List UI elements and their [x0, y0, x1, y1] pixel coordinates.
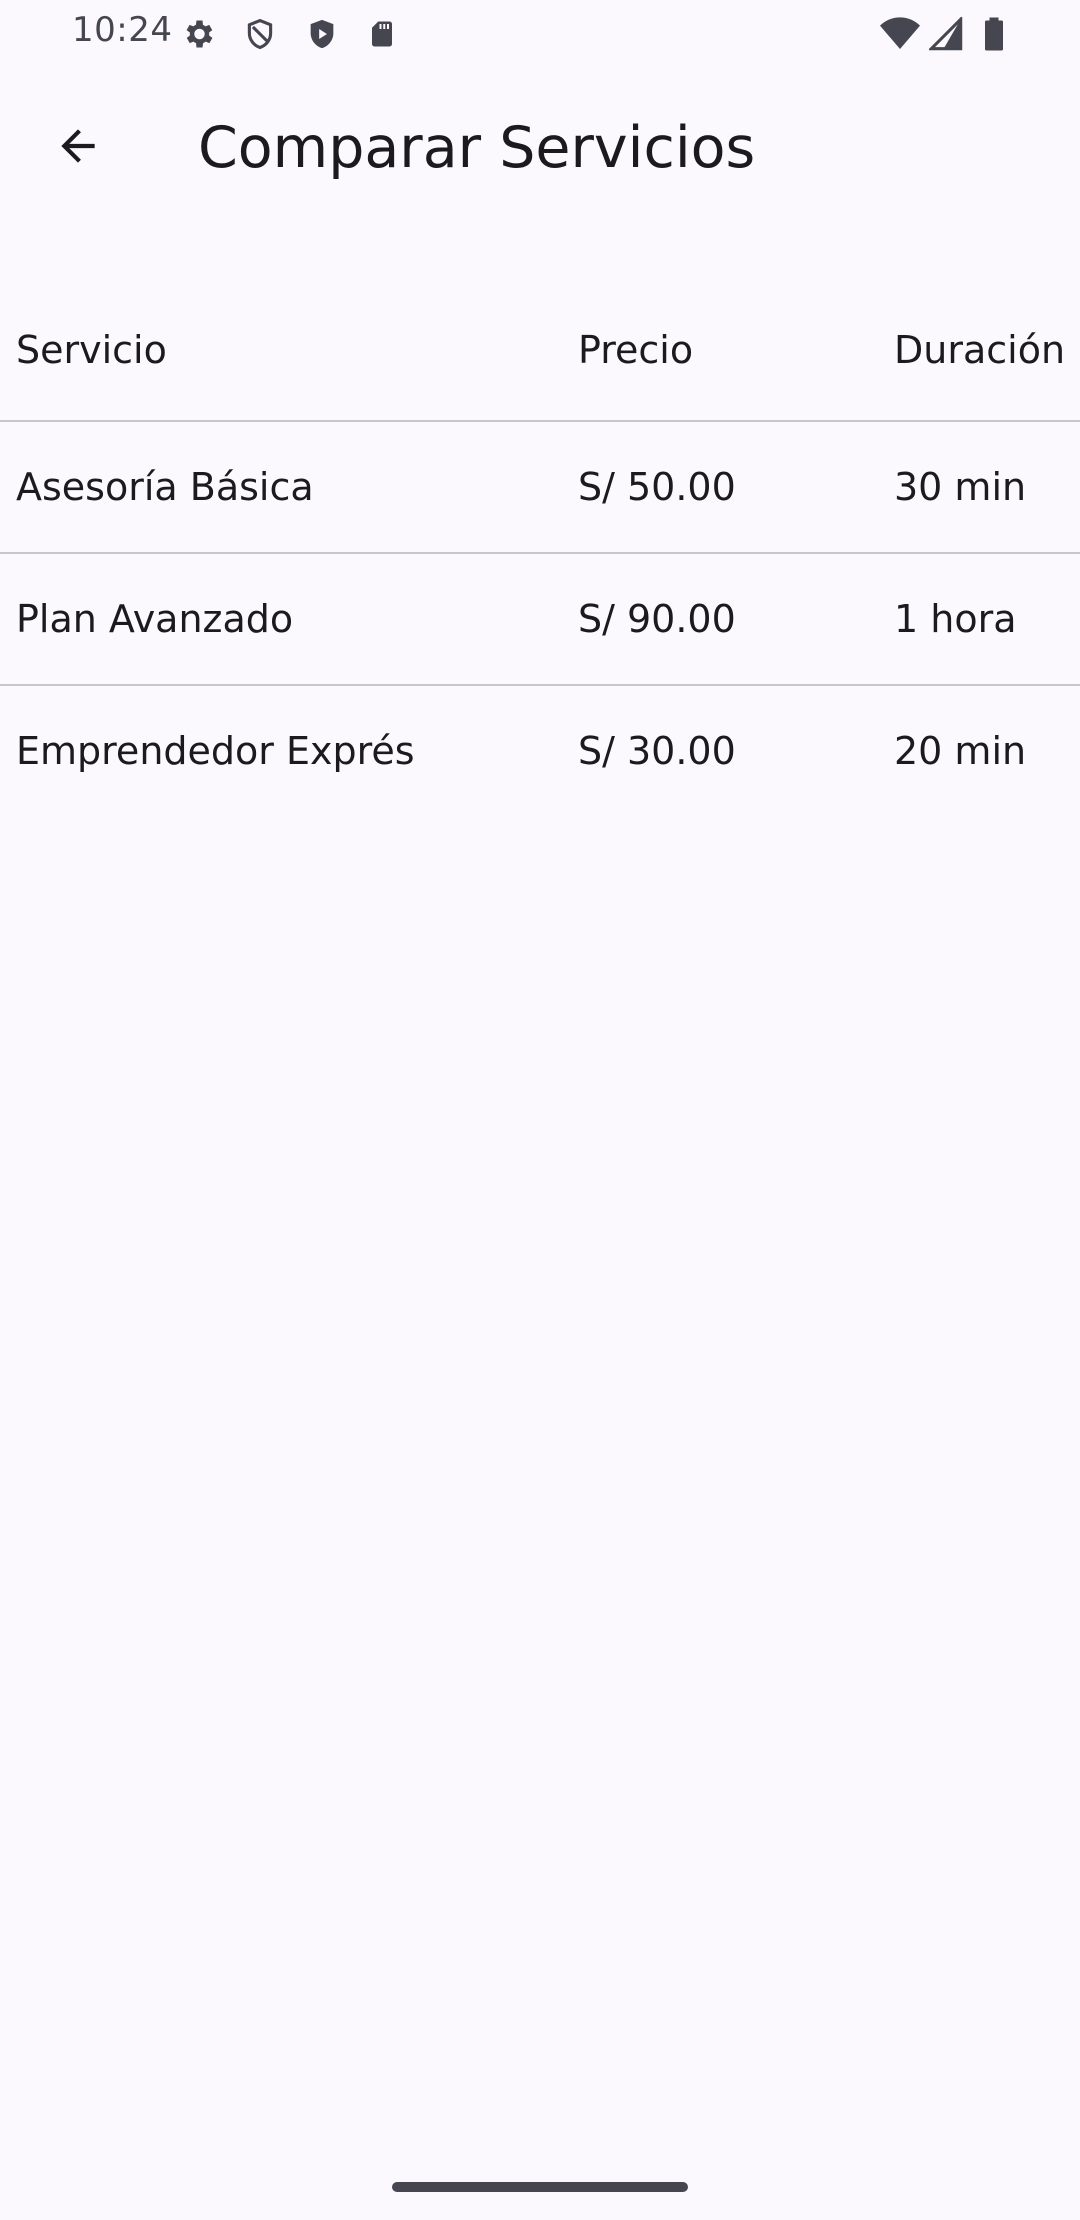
- cell-precio: S/ 90.00: [578, 597, 736, 641]
- sd-card-icon: [362, 14, 402, 54]
- table-header: Servicio Precio Duración: [0, 280, 1080, 422]
- cell-precio: S/ 30.00: [578, 729, 736, 773]
- app-bar: Comparar Servicios: [0, 66, 1080, 222]
- back-button[interactable]: [36, 106, 120, 190]
- cell-precio: S/ 50.00: [578, 465, 736, 509]
- arrow-back-icon: [53, 121, 103, 175]
- shield-outline-icon: [240, 14, 280, 54]
- battery-icon: [974, 14, 1014, 54]
- table-row: Plan Avanzado S/ 90.00 1 hora: [0, 554, 1080, 686]
- cell-duracion: 20 min: [894, 729, 1027, 773]
- wifi-icon: [880, 14, 920, 54]
- cell-servicio: Emprendedor Exprés: [16, 729, 415, 773]
- header-servicio: Servicio: [16, 328, 167, 372]
- header-duracion: Duración: [894, 328, 1066, 372]
- gear-icon: [178, 14, 218, 54]
- table-row: Emprendedor Exprés S/ 30.00 20 min: [0, 686, 1080, 816]
- page-title: Comparar Servicios: [198, 115, 756, 181]
- cell-duracion: 1 hora: [894, 597, 1017, 641]
- shield-play-icon: [302, 14, 342, 54]
- status-bar: 10:24: [0, 0, 1080, 66]
- header-precio: Precio: [578, 328, 694, 372]
- services-table: Servicio Precio Duración Asesoría Básica…: [0, 280, 1080, 816]
- cell-duracion: 30 min: [894, 465, 1027, 509]
- cell-servicio: Plan Avanzado: [16, 597, 294, 641]
- status-time: 10:24: [72, 10, 173, 50]
- home-indicator[interactable]: [392, 2182, 688, 2192]
- cellular-signal-icon: [926, 14, 966, 54]
- table-row: Asesoría Básica S/ 50.00 30 min: [0, 422, 1080, 554]
- cell-servicio: Asesoría Básica: [16, 465, 314, 509]
